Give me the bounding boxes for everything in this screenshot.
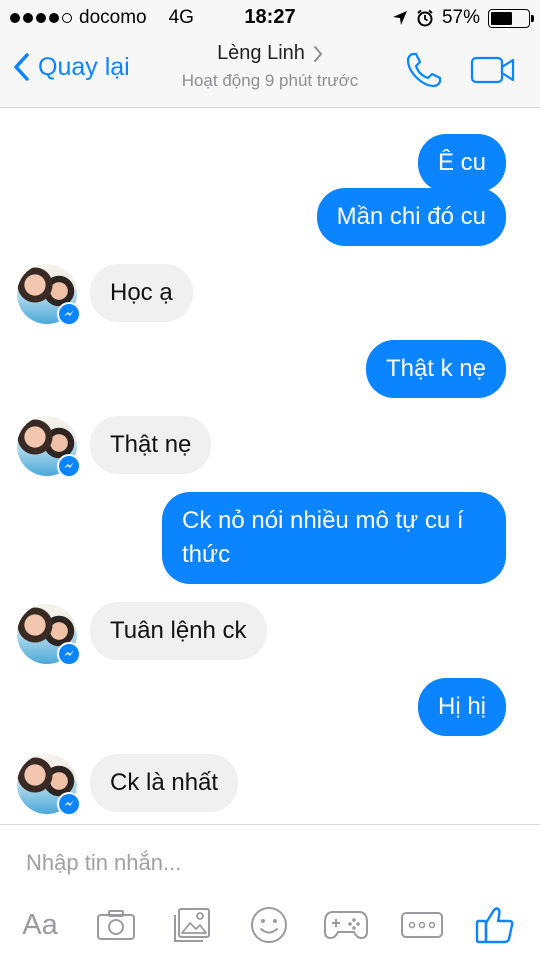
contact-avatar[interactable] xyxy=(17,754,81,816)
composer-toolbar: Aa xyxy=(0,903,540,949)
sent-message[interactable]: Ck nỏ nói nhiều mô tự cu í thức xyxy=(162,492,506,584)
game-controller-icon xyxy=(324,911,368,940)
back-label: Quay lại xyxy=(38,52,130,81)
received-message[interactable]: Tuân lệnh ck xyxy=(90,602,267,660)
sent-message[interactable]: Hị hị xyxy=(417,678,506,736)
message-thread[interactable]: Ê cu Mần chi đó cu Học ạ Thật k nẹ Thật … xyxy=(0,108,540,824)
sent-message[interactable]: Thật k nẹ xyxy=(365,340,506,398)
messenger-badge-icon xyxy=(57,792,81,816)
message-composer: Aa xyxy=(0,824,540,960)
status-bar: docomo 4G 18:27 57% xyxy=(0,0,540,36)
contact-avatar[interactable] xyxy=(17,416,81,478)
voice-call-button[interactable] xyxy=(404,50,444,95)
contact-status: Hoạt động 9 phút trước xyxy=(181,71,359,90)
phone-icon xyxy=(406,52,442,88)
received-message[interactable]: Ck là nhất xyxy=(90,754,239,812)
chevron-right-icon xyxy=(313,45,323,62)
video-call-button[interactable] xyxy=(470,56,516,89)
gallery-icon xyxy=(174,908,210,942)
like-button[interactable] xyxy=(472,903,518,947)
messenger-badge-icon xyxy=(57,454,81,478)
alarm-icon xyxy=(417,9,433,27)
back-button[interactable]: Quay lại xyxy=(12,52,130,82)
battery-icon xyxy=(488,8,534,28)
contact-info[interactable]: Lèng Linh Hoạt động 9 phút trước xyxy=(150,42,390,91)
emoji-icon xyxy=(251,907,287,943)
battery-percent: 57% xyxy=(441,7,480,28)
messenger-badge-icon xyxy=(57,642,81,666)
text-format-button[interactable]: Aa xyxy=(16,903,64,947)
contact-name-row: Lèng Linh xyxy=(217,42,323,65)
contact-avatar[interactable] xyxy=(17,264,81,326)
more-button[interactable] xyxy=(398,903,446,947)
camera-button[interactable] xyxy=(94,903,138,947)
camera-icon xyxy=(97,910,135,940)
contact-avatar[interactable] xyxy=(17,604,81,666)
messenger-badge-icon xyxy=(57,302,81,326)
chat-header: Quay lại Lèng Linh Hoạt động 9 phút trướ… xyxy=(0,36,540,108)
message-input[interactable] xyxy=(26,845,506,881)
more-icon xyxy=(401,912,443,938)
video-camera-icon xyxy=(470,56,515,84)
sent-message[interactable]: Ê cu xyxy=(417,134,506,192)
gallery-button[interactable] xyxy=(172,903,212,947)
contact-name: Lèng Linh xyxy=(217,42,305,64)
emoji-button[interactable] xyxy=(248,903,290,947)
location-arrow-icon xyxy=(392,11,407,25)
like-icon xyxy=(475,907,514,944)
sent-message[interactable]: Mần chi đó cu xyxy=(316,188,506,246)
received-message[interactable]: Thật nẹ xyxy=(90,416,212,474)
chevron-left-icon xyxy=(14,53,29,81)
status-right: 57% xyxy=(392,7,534,29)
games-button[interactable] xyxy=(322,903,370,947)
received-message[interactable]: Học ạ xyxy=(90,264,193,322)
